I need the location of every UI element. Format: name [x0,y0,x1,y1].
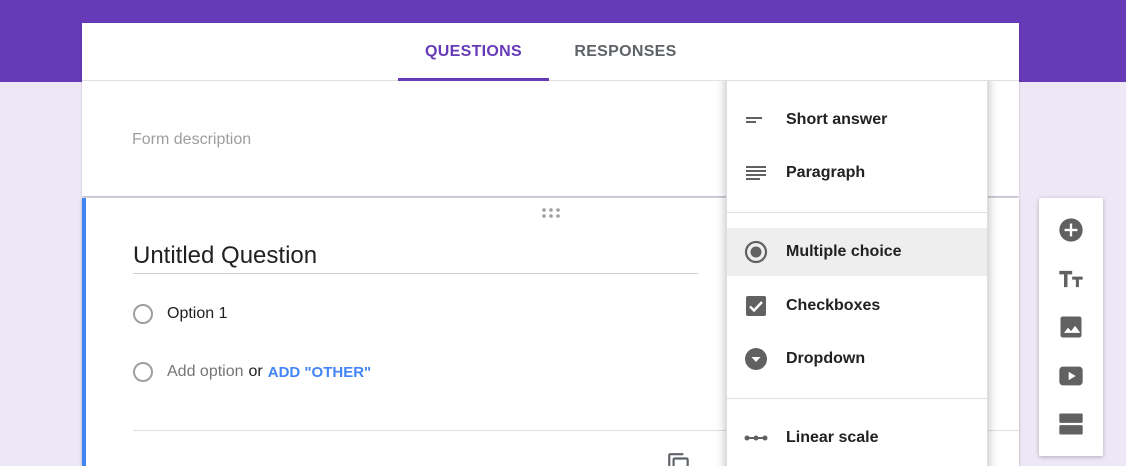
linear-scale-icon [744,435,768,441]
menu-divider [727,398,987,399]
paragraph-icon [746,166,766,180]
tab-bar: QUESTIONS RESPONSES [82,23,1019,81]
side-toolbar [1039,198,1103,456]
tab-questions[interactable]: QUESTIONS [398,23,549,81]
menu-item-label: Linear scale [786,429,879,446]
video-icon[interactable] [1057,362,1085,390]
add-option-input[interactable]: Add option [167,363,244,381]
menu-item-short-answer[interactable]: Short answer [727,96,987,144]
menu-item-label: Multiple choice [786,243,902,260]
form-description-field[interactable]: Form description [132,131,251,149]
menu-item-checkboxes[interactable]: Checkboxes [727,282,987,330]
add-question-icon[interactable] [1057,216,1085,244]
option-label[interactable]: Option 1 [167,305,227,323]
tab-responses[interactable]: RESPONSES [552,23,699,81]
question-type-menu: Short answer Paragraph Multiple choice C… [726,71,988,466]
menu-divider [727,212,987,213]
menu-item-label: Short answer [786,111,888,128]
menu-item-label: Paragraph [786,164,866,181]
dropdown-icon [745,348,767,370]
menu-item-label: Checkboxes [786,297,881,314]
radio-icon [133,304,153,324]
checkbox-icon [746,296,766,316]
add-option-row: Add option or ADD "OTHER" [133,360,371,384]
menu-item-paragraph[interactable]: Paragraph [727,149,987,197]
menu-item-linear-scale[interactable]: Linear scale [727,414,987,462]
title-text-icon[interactable] [1057,265,1085,293]
question-title-input[interactable]: Untitled Question [133,242,698,274]
menu-item-dropdown[interactable]: Dropdown [727,335,987,383]
radio-button-icon [744,240,768,264]
or-text: or [248,363,263,380]
duplicate-icon[interactable] [666,452,692,466]
short-answer-icon [746,117,762,123]
radio-icon [133,362,153,382]
drag-handle-icon[interactable] [541,207,561,219]
add-other-link[interactable]: ADD "OTHER" [268,364,371,381]
section-icon[interactable] [1057,410,1085,438]
option-row: Option 1 [133,302,227,326]
menu-item-multiple-choice[interactable]: Multiple choice [727,228,987,276]
menu-item-label: Dropdown [786,350,866,367]
image-icon[interactable] [1057,313,1085,341]
